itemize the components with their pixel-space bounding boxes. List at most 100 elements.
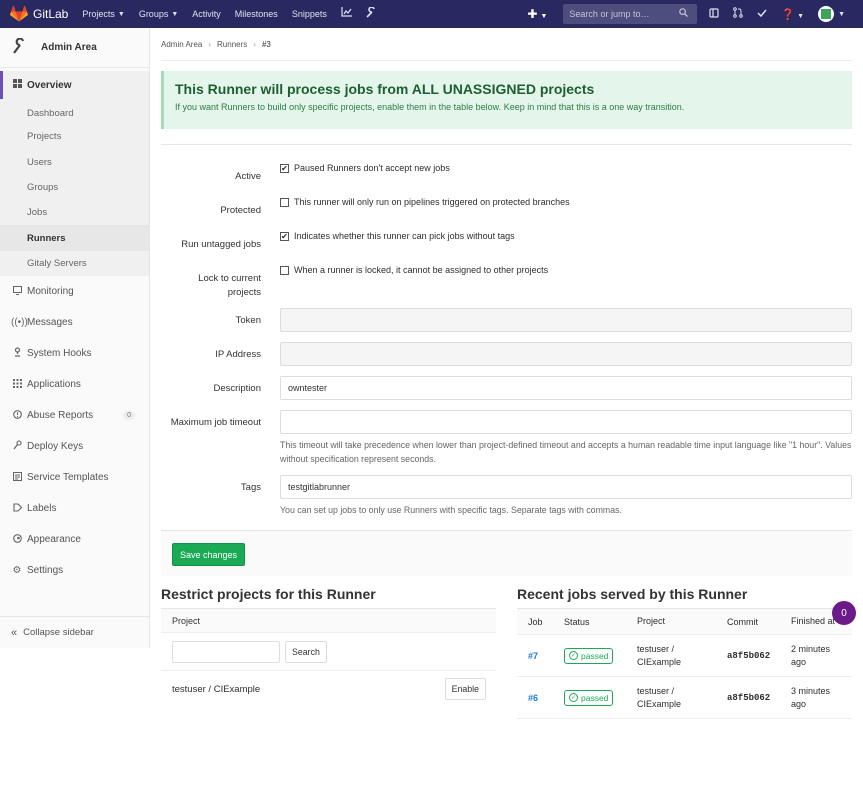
description-field[interactable]: owntester: [280, 376, 852, 400]
sidebar-header[interactable]: Admin Area: [0, 28, 149, 68]
brand-link[interactable]: GitLab: [10, 6, 68, 22]
commit-sha[interactable]: a8f5b062: [727, 651, 791, 661]
key-icon: [11, 440, 23, 453]
nav-groups[interactable]: Groups ▼: [139, 7, 178, 21]
protected-row: Protected This runner will only run on p…: [161, 193, 852, 227]
warning-icon: [11, 409, 23, 422]
collapse-sidebar-button[interactable]: « Collapse sidebar: [0, 616, 150, 648]
timeout-field[interactable]: [280, 410, 852, 434]
sidebar-item-users[interactable]: Users: [0, 149, 149, 175]
token-field[interactable]: [280, 308, 852, 332]
job-link[interactable]: #6: [528, 693, 538, 703]
save-changes-button[interactable]: Save changes: [172, 543, 246, 566]
form-actions: Save changes: [161, 530, 852, 576]
restrict-projects-panel: Restrict projects for this Runner Projec…: [161, 586, 496, 707]
sidebar-item-appearance[interactable]: Appearance: [0, 524, 149, 555]
help-icon[interactable]: ❓ ▼: [781, 8, 804, 21]
sidebar-item-label: Monitoring: [27, 286, 74, 298]
notification-count-button[interactable]: 0: [832, 601, 856, 625]
sidebar-item-monitoring[interactable]: Monitoring: [0, 276, 149, 307]
untagged-checkbox[interactable]: ✔: [280, 232, 289, 241]
sidebar-item-groups[interactable]: Groups: [0, 174, 149, 201]
todo-icon[interactable]: [757, 8, 767, 21]
sidebar-item-jobs[interactable]: Jobs: [0, 200, 149, 226]
status-column-header: Status: [564, 616, 590, 627]
description-row: Description owntester: [161, 371, 852, 405]
appearance-icon: [11, 533, 23, 546]
status-badge[interactable]: ✓ passed: [564, 689, 614, 706]
admin-wrench-icon[interactable]: [366, 6, 377, 21]
new-dropdown-icon[interactable]: ✚ ▼: [527, 7, 547, 21]
gear-icon: ⚙: [12, 565, 22, 577]
table-row: #6 ✓ passed testuser / CIExample a8f5b062 …: [517, 677, 852, 719]
tags-field[interactable]: testgitlabrunner: [280, 475, 852, 499]
sidebar-item-dashboard[interactable]: Dashboard: [0, 99, 149, 125]
untagged-label: Run untagged jobs: [181, 239, 261, 250]
project-column-header: Project: [172, 615, 201, 626]
sidebar-item-settings[interactable]: ⚙ Settings: [0, 555, 149, 586]
check-circle-icon: ✓: [569, 693, 578, 702]
nav-milestones[interactable]: Milestones: [235, 7, 278, 21]
commit-sha[interactable]: a8f5b062: [727, 693, 791, 703]
project-search-row: Search: [161, 633, 496, 671]
job-project[interactable]: testuser / CIExample: [637, 685, 727, 711]
sidebar-item-gitaly-servers[interactable]: Gitaly Servers: [0, 250, 149, 277]
sidebar-item-system-hooks[interactable]: System Hooks: [0, 338, 149, 369]
nav-projects[interactable]: Projects ▼: [82, 7, 124, 21]
status-badge[interactable]: ✓ passed: [564, 647, 614, 664]
sidebar-item-abuse-reports[interactable]: Abuse Reports 0: [0, 400, 149, 431]
sidebar-item-label: Appearance: [27, 534, 81, 546]
nav-snippets[interactable]: Snippets: [292, 7, 327, 21]
sidebar-item-projects[interactable]: Projects: [0, 124, 149, 150]
locked-checkbox[interactable]: [280, 266, 289, 275]
active-row: Active ✔ Paused Runners don't accept new…: [161, 159, 852, 193]
ip-row: IP Address: [161, 337, 852, 371]
nav-activity[interactable]: Activity: [192, 7, 221, 21]
search-button[interactable]: Search: [285, 640, 327, 663]
breadcrumb-runners[interactable]: Runners: [217, 40, 247, 49]
project-line2: CIExample: [637, 698, 682, 709]
sidebar-item-service-templates[interactable]: Service Templates: [0, 462, 149, 493]
sidebar-item-label: Applications: [27, 379, 81, 391]
chart-icon[interactable]: [341, 7, 352, 21]
finished-line2: ago: [791, 698, 807, 709]
locked-label: Lock to current projects: [161, 261, 261, 300]
check-circle-icon: ✓: [569, 651, 578, 660]
brand-name: GitLab: [33, 7, 69, 21]
chevron-down-icon: ▼: [171, 10, 179, 18]
enable-button[interactable]: Enable: [444, 678, 486, 700]
table-row: #7 ✓ passed testuser / CIExample a8f5b062 …: [517, 635, 852, 677]
admin-sidebar: Admin Area Overview Dashboard Projects U…: [0, 28, 150, 648]
sidebar-title: Admin Area: [41, 42, 97, 53]
timeout-help: This timeout will take precedence when l…: [280, 440, 852, 464]
untagged-text: Indicates whether this runner can pick j…: [294, 231, 515, 241]
chevron-down-icon[interactable]: ▼: [838, 11, 845, 18]
active-checkbox[interactable]: ✔: [280, 164, 289, 173]
tags-label: Tags: [240, 482, 261, 493]
sidebar-item-applications[interactable]: Applications: [0, 369, 149, 400]
timeout-label: Maximum job timeout: [170, 417, 261, 428]
avatar[interactable]: [818, 6, 835, 22]
token-label: Token: [235, 314, 261, 326]
job-link[interactable]: #7: [528, 651, 538, 661]
global-search[interactable]: [563, 4, 698, 24]
ip-address-field[interactable]: [280, 342, 852, 366]
grid-icon: [11, 378, 23, 391]
sidebar-item-deploy-keys[interactable]: Deploy Keys: [0, 431, 149, 462]
merge-request-icon[interactable]: [733, 7, 744, 21]
finished-at: 2 minutes ago: [791, 643, 852, 669]
breadcrumb-admin-area[interactable]: Admin Area: [161, 40, 202, 49]
wrench-icon: [12, 37, 30, 57]
protected-checkbox[interactable]: [280, 198, 289, 207]
sidebar-item-messages[interactable]: ((•)) Messages: [0, 307, 149, 338]
job-project[interactable]: testuser / CIExample: [637, 643, 727, 669]
sidebar-item-runners[interactable]: Runners: [0, 225, 149, 251]
search-input[interactable]: [569, 9, 680, 19]
sidebar-toggle-icon[interactable]: [709, 7, 720, 21]
project-search-input[interactable]: [172, 640, 280, 663]
list-item: testuser / CIExample Enable: [161, 671, 496, 707]
sidebar-item-overview[interactable]: Overview: [0, 71, 149, 99]
chevron-right-icon: ›: [208, 39, 212, 49]
token-row: Token: [161, 303, 852, 337]
sidebar-item-labels[interactable]: Labels: [0, 493, 149, 524]
